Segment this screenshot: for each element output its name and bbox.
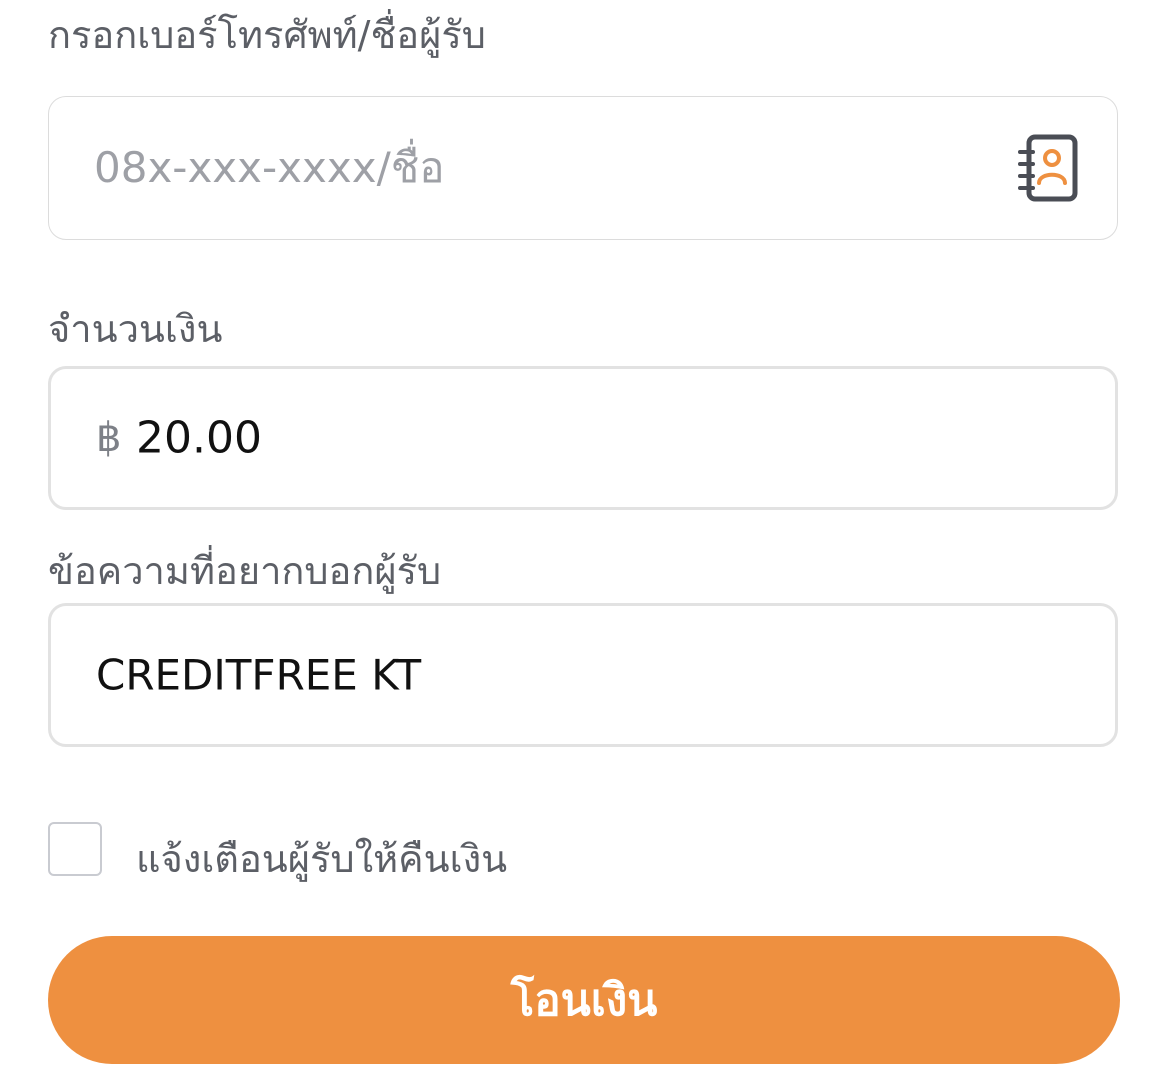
message-input[interactable]: CREDITFREE KT [48, 603, 1118, 747]
contact-book-icon[interactable] [1017, 134, 1081, 202]
amount-label: จำนวนเงิน [48, 307, 223, 351]
refund-reminder-checkbox[interactable] [48, 822, 102, 876]
message-label: ข้อความที่อยากบอกผู้รับ [48, 549, 442, 593]
recipient-placeholder: 08x-xxx-xxxx/ชื่อ [94, 143, 445, 192]
amount-input[interactable]: ฿ 20.00 [48, 366, 1118, 510]
recipient-input[interactable]: 08x-xxx-xxxx/ชื่อ [48, 96, 1118, 240]
baht-icon: ฿ [96, 415, 122, 461]
recipient-label: กรอกเบอร์โทรศัพท์/ชื่อผู้รับ [48, 13, 486, 57]
refund-reminder-label[interactable]: แจ้งเตือนผู้รับให้คืนเงิน [136, 828, 507, 889]
message-value: CREDITFREE KT [96, 650, 422, 700]
transfer-button[interactable]: โอนเงิน [48, 936, 1120, 1064]
amount-value: 20.00 [136, 412, 262, 464]
